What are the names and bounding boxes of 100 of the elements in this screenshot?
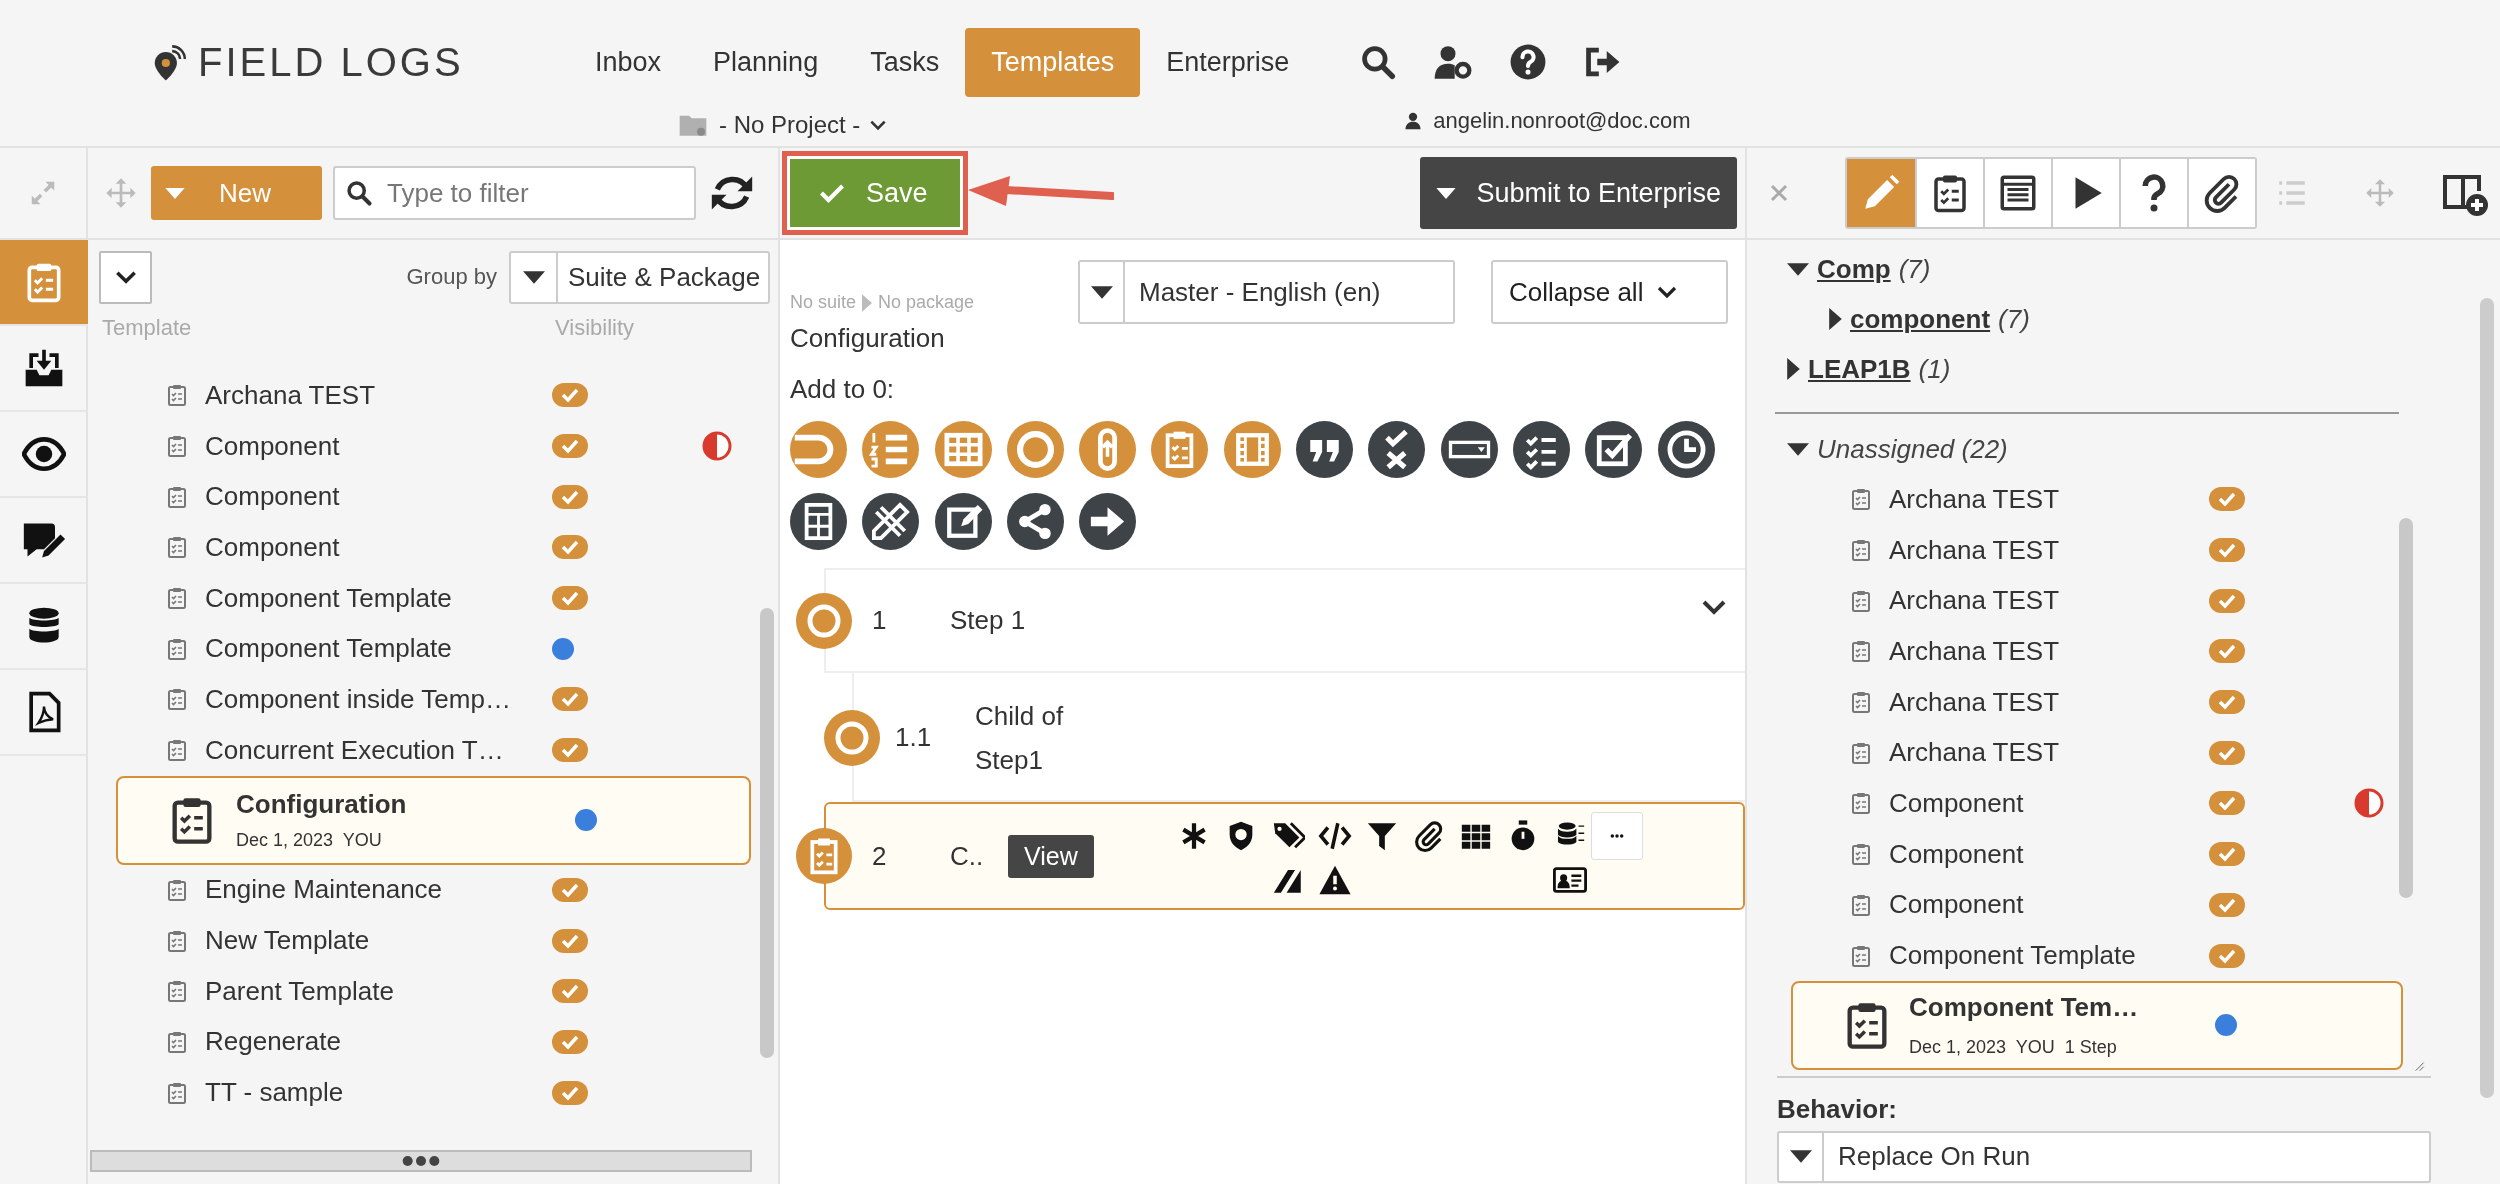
scrollbar[interactable] [760, 608, 774, 1058]
scrollbar[interactable] [2399, 518, 2413, 898]
clipboard-icon[interactable] [1151, 421, 1209, 478]
template-name: Component Template [205, 582, 453, 614]
group-count: (7) [1998, 303, 2030, 335]
nav-tab[interactable]: Tasks [844, 28, 966, 97]
step-number: 1.1 [895, 722, 933, 753]
group-by-dropdown[interactable]: Suite & Package [509, 250, 770, 304]
clipboard-icon [1849, 639, 1873, 664]
template-row[interactable]: Component [1777, 879, 2431, 931]
group-link[interactable]: component [1850, 303, 1991, 335]
step-row[interactable]: 1 Step 1 [796, 568, 1745, 673]
template-row[interactable]: Component [88, 420, 778, 472]
template-row[interactable]: Component [88, 471, 778, 523]
group-by-label: Group by [406, 264, 497, 290]
template-row[interactable]: Archana TEST [1777, 727, 2431, 779]
nav-tab[interactable]: Enterprise [1140, 28, 1316, 97]
check-cross-icon[interactable] [1368, 421, 1426, 478]
caret-right-icon[interactable] [1829, 308, 1842, 330]
quote-icon[interactable] [1296, 421, 1354, 478]
template-name: Component [1889, 838, 2025, 870]
template-name: Parent Template [205, 975, 395, 1007]
template-name: Component [205, 531, 341, 563]
template-row[interactable]: Component [88, 522, 778, 573]
film-icon[interactable] [1223, 421, 1281, 478]
group-link[interactable]: Comp [1817, 253, 1891, 285]
clipboard-icon [1849, 791, 1873, 816]
template-row[interactable]: Component [1777, 778, 2431, 829]
template-row[interactable]: Archana TEST [1777, 575, 2431, 627]
step-title: Step 1 [950, 605, 1026, 636]
numbered-list-icon[interactable] [862, 421, 920, 478]
circle-icon[interactable] [1006, 421, 1064, 478]
clipboard-icon [165, 383, 189, 408]
help-icon[interactable] [1509, 43, 1548, 81]
template-name: Archana TEST [1889, 585, 2061, 617]
template-row[interactable]: Parent Template [88, 965, 778, 1017]
dropdown-icon[interactable] [1440, 421, 1498, 478]
search-icon[interactable] [1359, 43, 1398, 81]
checklist-icon[interactable] [1512, 421, 1570, 478]
group-link[interactable]: LEAP1B [1808, 353, 1911, 385]
group-label: Unassigned (22) [1817, 433, 2008, 465]
template-row[interactable]: Archana TEST [1777, 524, 2431, 576]
edit-icon[interactable] [934, 493, 992, 550]
language-dropdown[interactable]: Master - English (en) [1078, 260, 1455, 324]
template-row[interactable]: Configuration Dec 1, 2023 YOU [116, 775, 751, 865]
filter-field[interactable]: Type to filter [333, 166, 696, 220]
template-row[interactable]: Archana TEST [1777, 676, 2431, 728]
template-row[interactable]: Component inside Temp… [88, 674, 778, 725]
clock-icon[interactable] [1657, 421, 1715, 478]
caret-right-icon[interactable] [1787, 358, 1800, 380]
template-row[interactable]: Engine Maintenance [88, 864, 778, 916]
template-row[interactable]: TT - sample [88, 1067, 778, 1118]
template-row[interactable]: Archana TEST [88, 370, 778, 421]
view-button[interactable]: View [1008, 834, 1094, 878]
template-name: Component Template [1889, 940, 2137, 972]
search-icon [345, 179, 373, 207]
calculator-icon[interactable] [790, 493, 847, 550]
template-row[interactable]: Concurrent Execution T… [88, 724, 778, 776]
clipboard-icon [165, 535, 189, 560]
scrollbar[interactable] [2480, 298, 2494, 1098]
column-header: Visibility [555, 315, 635, 341]
template-row[interactable]: Component Template [1777, 930, 2431, 981]
template-row[interactable]: New Template [88, 915, 778, 966]
template-row[interactable]: Regenerate [88, 1016, 778, 1068]
behavior-dropdown[interactable]: Replace On Run [1777, 1130, 2431, 1183]
step-row[interactable]: 2 C.. View [796, 802, 1745, 910]
template-row[interactable]: Component Tem… Dec 1, 2023 YOU 1 Step [1791, 980, 2403, 1070]
toggle-icon[interactable] [790, 421, 847, 478]
template-row[interactable]: Component [1777, 828, 2431, 880]
template-name: Component inside Temp… [205, 683, 512, 715]
template-name: Archana TEST [1889, 635, 2061, 667]
collapse-all-button[interactable]: Collapse all [1491, 260, 1728, 324]
template-row[interactable]: Component Template [88, 572, 778, 624]
template-name: Component [205, 481, 341, 513]
checkbox-icon[interactable] [1585, 421, 1643, 478]
nav-tab[interactable]: Planning [687, 28, 845, 97]
inspector-tab[interactable] [2187, 159, 2255, 227]
template-row[interactable]: Archana TEST [1777, 474, 2431, 525]
step-row[interactable]: 1.1 Child of Step1 [824, 673, 1745, 802]
template-name: Component [1889, 787, 2025, 819]
template-name: Archana TEST [205, 379, 377, 411]
resize-handle[interactable] [90, 1150, 752, 1172]
table-icon[interactable] [934, 421, 992, 478]
clipboard-icon [1849, 588, 1873, 613]
template-title: Configuration [790, 323, 946, 354]
project-selector[interactable]: - No Project - [675, 109, 1316, 141]
caret-down-icon[interactable] [1787, 262, 1809, 276]
clipboard-icon [165, 1080, 189, 1105]
submit-button[interactable]: Submit to Enterprise [1420, 157, 1737, 229]
collapse-toggle-button[interactable] [99, 250, 152, 304]
template-row[interactable]: Archana TEST [1777, 626, 2431, 677]
clipboard-icon [1849, 538, 1873, 563]
link-icon[interactable] [1079, 421, 1137, 478]
nav-tab[interactable]: Inbox [569, 28, 688, 97]
clipboard-icon [165, 979, 189, 1004]
caret-down-icon[interactable] [1787, 442, 1809, 456]
share-icon[interactable] [1006, 493, 1064, 550]
arrow-right-icon[interactable] [1079, 493, 1137, 550]
pencil-ruler-icon[interactable] [862, 493, 920, 550]
template-row[interactable]: Component Template [88, 623, 778, 675]
